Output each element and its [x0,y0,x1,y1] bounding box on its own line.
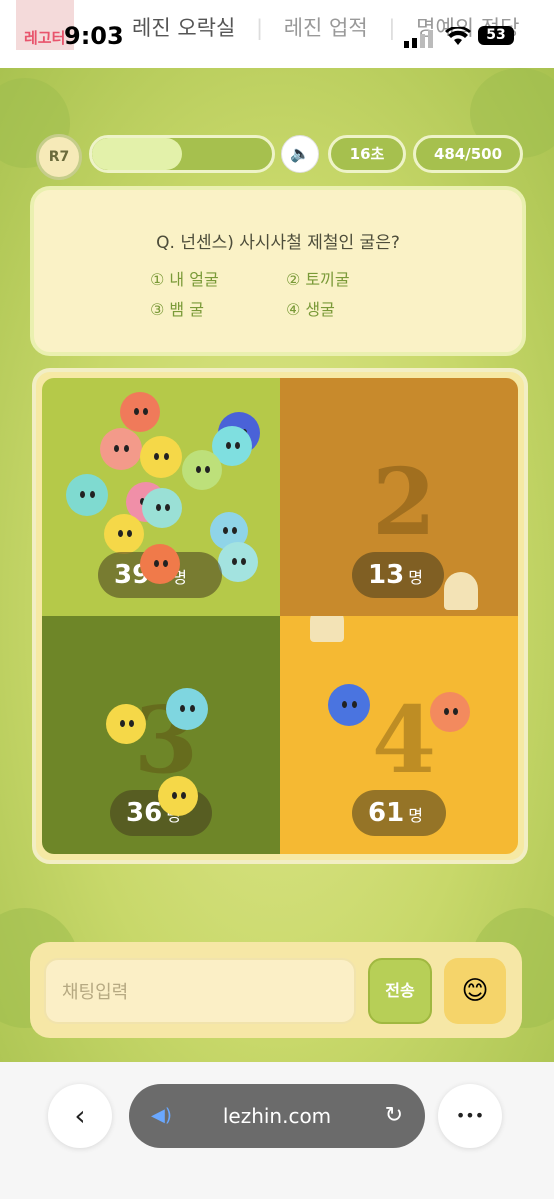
progress-bar [89,135,275,173]
timer-badge: 16초 [328,135,406,173]
player-avatar [430,692,470,732]
answer-zone-3[interactable]: 3 36명 [42,616,280,854]
vote-count-2: 13 명 [352,552,444,598]
player-avatar [140,544,180,584]
ghost-avatar [310,616,344,642]
address-bar[interactable]: ◀) lezhin.com ↻ [129,1084,425,1148]
send-button[interactable]: 전송 [368,958,432,1024]
player-avatar [104,514,144,554]
player-avatar [120,392,160,432]
option-4: ④ 생굴 [286,300,335,319]
player-avatar [140,436,182,478]
round-badge: R7 [36,134,82,180]
player-avatar [218,542,258,582]
tab-arcade[interactable]: 레진 오락실 [132,16,235,40]
ghost-avatar [444,572,478,610]
progress-fill [92,138,182,170]
answer-board: 390명 2 13명 3 36명 4 [32,368,528,864]
browser-toolbar: ‹ ◀) lezhin.com ↻ ••• [0,1062,554,1199]
status-bar: 레고터 9:03 레진 오락실 | 레진 업적 | 명예의 전당 53 [0,0,554,68]
question-text: Q. 넌센스) 사시사철 제철인 굴은? [156,233,400,253]
option-1: ① 내 얼굴 [150,270,219,289]
chat-bar: 채팅입력 전송 😊 [30,942,522,1038]
battery-icon: 53 [478,26,514,45]
reader-icon[interactable]: ◀) [151,1084,172,1148]
answer-zone-4[interactable]: 4 61 명 [280,616,518,854]
answer-zone-1[interactable]: 390 명 [42,378,280,616]
player-avatar [158,776,198,816]
vote-count-4: 61 명 [352,790,446,836]
zone-number-4: 4 [372,686,437,794]
option-3: ③ 뱀 굴 [150,300,204,319]
question-card: Q. 넌센스) 사시사철 제철인 굴은? ① 내 얼굴 ② 토끼굴 ③ 뱀 굴 … [30,186,526,356]
tab-achievements[interactable]: 레진 업적 [284,16,368,40]
player-avatar [166,688,208,730]
signal-icon [404,30,433,48]
player-avatar [328,684,370,726]
url-text: lezhin.com [222,1104,332,1128]
more-button[interactable]: ••• [438,1084,502,1148]
chat-input[interactable]: 채팅입력 [44,958,356,1024]
speaker-icon[interactable]: 🔈 [281,135,319,173]
player-avatar [66,474,108,516]
player-avatar [100,428,142,470]
player-count-badge: 484/500 [413,135,523,173]
emoji-button[interactable]: 😊 [444,958,506,1024]
option-2: ② 토끼굴 [286,270,350,289]
player-avatar [182,450,222,490]
player-avatar [142,488,182,528]
logo-text: 레고터 [24,29,66,47]
reload-icon[interactable]: ↻ [385,1084,403,1148]
game-area: R7 🔈 16초 484/500 Q. 넌센스) 사시사철 제철인 굴은? ① … [0,68,554,1062]
site-tabs: 레진 오락실 | 레진 업적 | 명예의 전당 [132,16,520,40]
player-avatar [106,704,146,744]
zone-number-2: 2 [372,448,437,556]
wifi-icon [445,27,471,45]
back-button[interactable]: ‹ [48,1084,112,1148]
clock: 9:03 [64,22,124,50]
answer-zone-2[interactable]: 2 13 명 [280,378,518,616]
